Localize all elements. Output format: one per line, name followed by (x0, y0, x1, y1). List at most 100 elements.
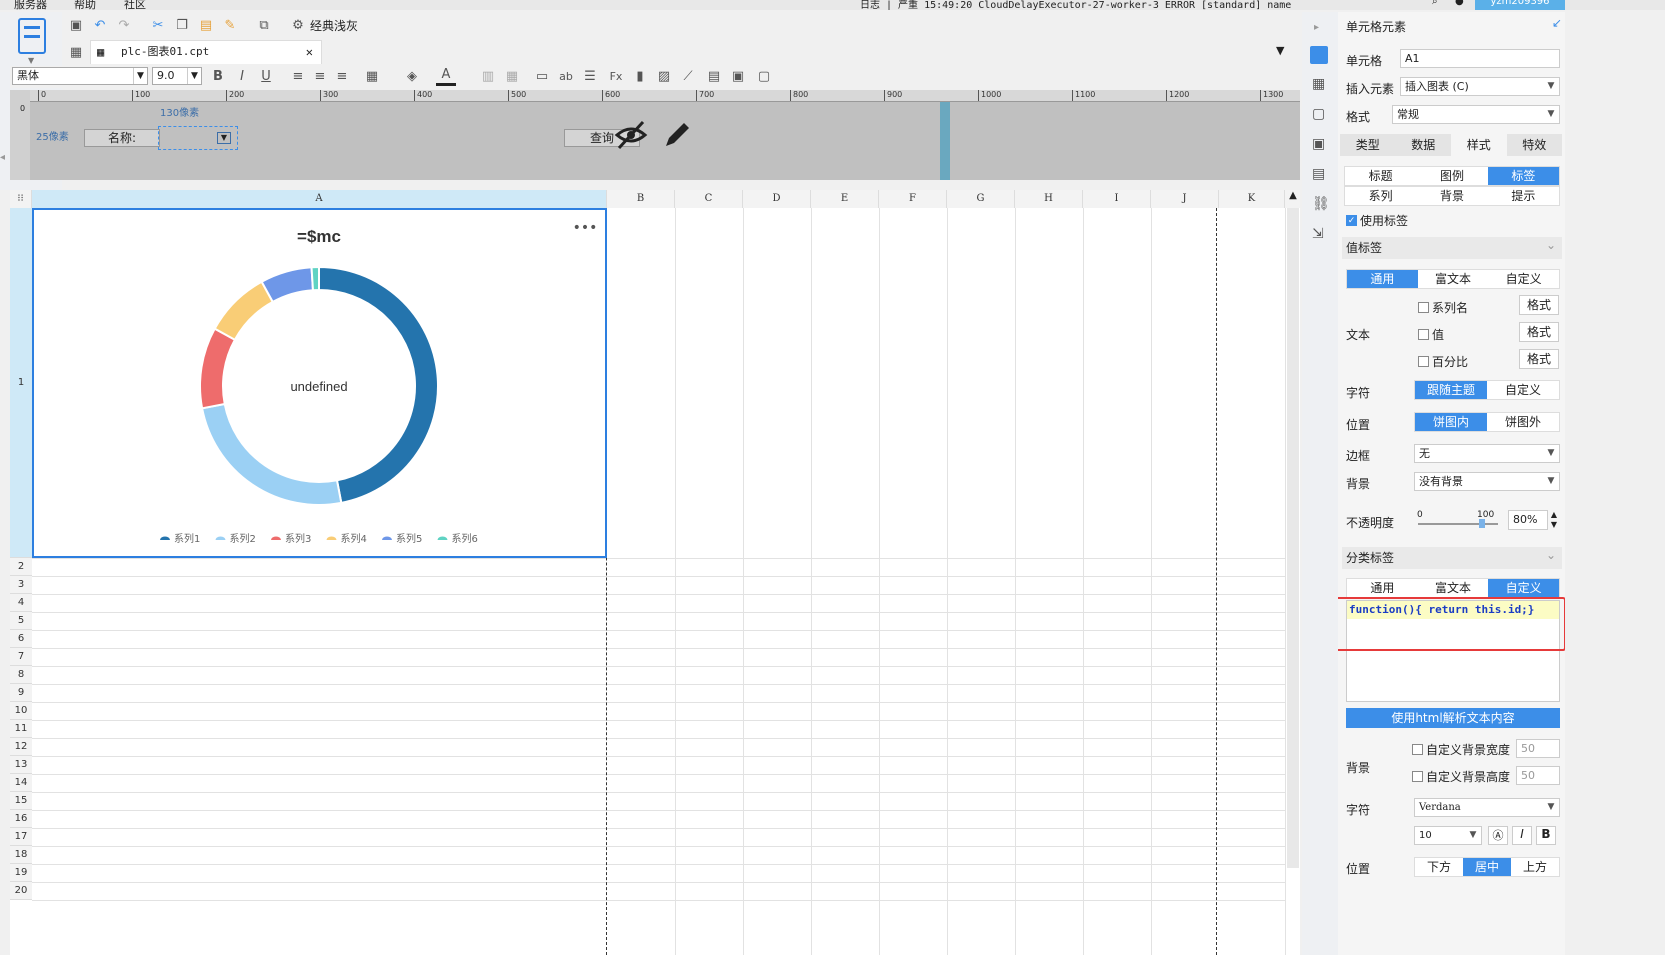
border-icon[interactable]: ▦ (362, 66, 382, 86)
chart-icon[interactable]: ▮ (630, 66, 650, 86)
legend-label-3[interactable]: 系列3 (285, 532, 311, 545)
vertical-scrollbar[interactable] (1287, 208, 1299, 868)
hide-icon[interactable] (614, 118, 648, 152)
user-badge[interactable]: yzm209396 (1475, 0, 1565, 10)
font-family-select[interactable]: 黑体 ▼ (12, 67, 148, 85)
pin-icon[interactable]: ▼ (1276, 44, 1284, 57)
column-header-a[interactable]: A (32, 190, 607, 208)
select-all-icon[interactable]: ⁝⁝ (10, 190, 32, 208)
merge-icon[interactable]: ▥ (478, 66, 498, 86)
format-painter-icon[interactable]: ✎ (220, 15, 240, 35)
pos2-below[interactable]: 下方 (1415, 858, 1463, 876)
value-format-button[interactable]: 格式 (1519, 322, 1559, 342)
donut-slice-4[interactable] (213, 280, 275, 342)
tab-type[interactable]: 类型 (1340, 134, 1396, 156)
align-center-icon[interactable]: ≡ (310, 66, 330, 86)
series-name-checkbox[interactable]: 系列名 (1418, 299, 1468, 316)
row-header[interactable]: 2 (10, 558, 32, 576)
row-header[interactable]: 18 (10, 846, 32, 864)
row-header[interactable]: 9 (10, 684, 32, 702)
row-header[interactable]: 14 (10, 774, 32, 792)
tab-data[interactable]: 数据 (1396, 134, 1452, 156)
widget-settings-icon[interactable]: ▣ (1312, 136, 1325, 152)
tab-plc-chart[interactable]: ▦ plc-图表01.cpt ✕ (90, 40, 322, 64)
row-header[interactable]: 19 (10, 864, 32, 882)
donut-chart[interactable]: =$mc ••• undefined 系列1 系列2 系列3 系列4 系列5 系列6 (34, 210, 605, 556)
theme-button[interactable]: 经典浅灰 (310, 17, 358, 34)
cat-mode-richtext[interactable]: 富文本 (1418, 579, 1489, 597)
char-custom[interactable]: 自定义 (1487, 381, 1559, 399)
search-icon[interactable]: ⌕ (1432, 0, 1438, 7)
row-header[interactable]: 10 (10, 702, 32, 720)
link-icon[interactable]: ⛓ (1312, 196, 1330, 212)
row-header[interactable]: 3 (10, 576, 32, 594)
value-checkbox[interactable]: 值 (1418, 326, 1444, 343)
pos-outside[interactable]: 饼图外 (1487, 413, 1559, 431)
bold-icon[interactable]: B (208, 66, 228, 86)
opacity-spinner[interactable]: ▲ ▼ (1548, 510, 1560, 530)
subtab-label[interactable]: 标签 (1487, 167, 1559, 185)
pos2-above[interactable]: 上方 (1511, 858, 1559, 876)
column-header-f[interactable]: F (879, 190, 947, 208)
format-select[interactable]: 常规 ▼ (1392, 105, 1560, 124)
scroll-up-icon[interactable]: ▲ (1286, 190, 1300, 208)
condition-icon[interactable]: ▤ (1312, 166, 1325, 182)
row-header[interactable]: 16 (10, 810, 32, 828)
unmerge-icon[interactable]: ▦ (502, 66, 522, 86)
subtab-title[interactable]: 标题 (1345, 167, 1416, 185)
menu-help[interactable]: 帮助 (74, 0, 96, 10)
edit-pencil-icon[interactable] (662, 118, 694, 150)
column-header-e[interactable]: E (811, 190, 879, 208)
donut-slice-2[interactable] (200, 402, 343, 506)
row-header[interactable]: 15 (10, 792, 32, 810)
collapse-right-icon[interactable]: ▸ (1314, 22, 1319, 33)
save-icon[interactable]: ▣ (66, 15, 86, 35)
insert-text-icon[interactable]: ▭ (532, 66, 552, 86)
row-header[interactable]: 6 (10, 630, 32, 648)
custom-height-checkbox[interactable]: 自定义背景高度 (1412, 768, 1510, 785)
html-parse-button[interactable]: 使用html解析文本内容 (1346, 708, 1560, 728)
donut-slice-3[interactable] (199, 327, 237, 410)
chevron-down-icon[interactable]: ▼ (28, 56, 34, 65)
fill-color-icon[interactable]: ◈ (402, 66, 422, 86)
opacity-slider[interactable] (1418, 519, 1498, 528)
cell-element-icon[interactable] (1310, 46, 1328, 64)
copy-icon[interactable]: ❐ (172, 15, 192, 35)
float-element-icon[interactable]: ▢ (1312, 106, 1325, 122)
paste-icon[interactable]: ▤ (196, 15, 216, 35)
log-status[interactable]: 日志 | 严重 15:49:20 CloudDelayExecutor-27-w… (860, 0, 1291, 10)
insert-select[interactable]: 插入图表 (C) ▼ (1400, 77, 1560, 96)
column-header-i[interactable]: I (1083, 190, 1151, 208)
italic-icon[interactable]: I (232, 66, 252, 86)
subtab-background[interactable]: 背景 (1416, 187, 1487, 205)
height-input[interactable]: 50 (1516, 766, 1560, 785)
row-header[interactable]: 12 (10, 738, 32, 756)
width-input[interactable]: 50 (1516, 739, 1560, 758)
cat-mode-general[interactable]: 通用 (1347, 579, 1418, 597)
collapse-left-icon[interactable]: ◂ (0, 152, 5, 163)
row-header[interactable]: 13 (10, 756, 32, 774)
tab-effect[interactable]: 特效 (1507, 134, 1563, 156)
import-icon[interactable]: ⇲ (1312, 226, 1324, 242)
column-header-d[interactable]: D (743, 190, 811, 208)
bell-icon[interactable]: ● (1455, 0, 1464, 7)
image-icon[interactable]: ▨ (654, 66, 674, 86)
cat-mode-custom[interactable]: 自定义 (1488, 579, 1560, 597)
subtab-tooltip[interactable]: 提示 (1488, 187, 1559, 205)
bold-icon[interactable]: B (1536, 826, 1556, 845)
donut-slice-5[interactable] (260, 266, 315, 304)
cut-icon[interactable]: ✂ (148, 15, 168, 35)
mode-richtext[interactable]: 富文本 (1418, 270, 1489, 288)
value-label-section[interactable]: 值标签 (1342, 234, 1562, 259)
legend-label-2[interactable]: 系列2 (230, 532, 256, 545)
category-label-section[interactable]: 分类标签 (1342, 544, 1562, 569)
row-header[interactable]: 7 (10, 648, 32, 666)
legend-label-1[interactable]: 系列1 (174, 532, 200, 545)
close-icon[interactable]: ✕ (306, 41, 313, 63)
legend-label-5[interactable]: 系列5 (396, 532, 422, 545)
widget-icon[interactable]: ▣ (728, 66, 748, 86)
tab-style[interactable]: 样式 (1451, 134, 1507, 156)
name-combobox[interactable]: ▼ (158, 126, 238, 150)
subreport-icon[interactable]: ▤ (704, 66, 724, 86)
font-color-icon[interactable]: Ⓐ (1488, 826, 1508, 845)
